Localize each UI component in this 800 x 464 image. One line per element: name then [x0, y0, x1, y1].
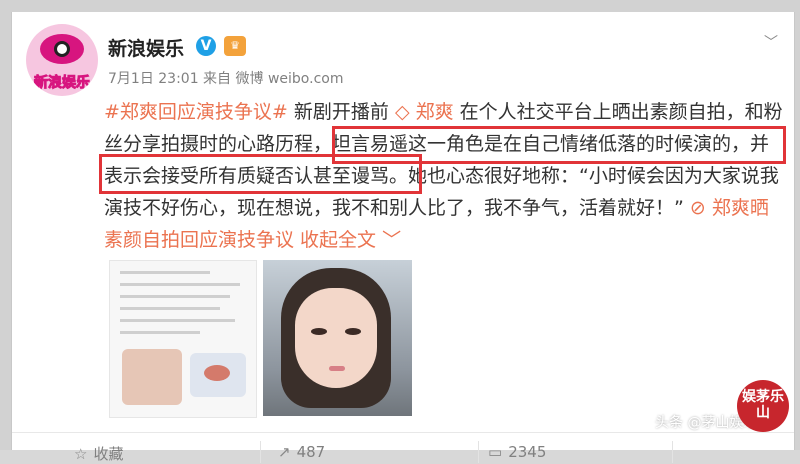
comment-icon: ▭: [488, 443, 503, 461]
repost-count: 487: [296, 443, 326, 461]
post-image-selfie[interactable]: [263, 260, 412, 416]
image-text-line: [120, 319, 235, 322]
comment-button[interactable]: ▭ 2345: [488, 443, 546, 461]
mention-icon: ◇: [394, 101, 410, 123]
collapse-link[interactable]: 收起全文: [294, 229, 382, 251]
weibo-post-card: 新浪娱乐 新浪娱乐 V ♛ 7月1日 23:01 来自 微博 weibo.com…: [11, 12, 795, 463]
avatar[interactable]: 新浪娱乐: [26, 24, 98, 96]
selfie-eye: [345, 328, 361, 335]
text-line-5: 素颜自拍回应演技争议 收起全文 ﹀: [104, 224, 782, 256]
post-meta: 7月1日 23:01 来自 微博 weibo.com: [108, 71, 344, 87]
topic-link[interactable]: ⊘ 郑爽晒: [684, 197, 769, 219]
image-text-line: [120, 295, 230, 298]
post-image-text-screenshot[interactable]: [109, 260, 257, 418]
favorite-button[interactable]: ☆ 收藏: [74, 443, 123, 464]
image-text-line: [120, 307, 220, 310]
hashtag-link[interactable]: #郑爽回应演技争议#: [104, 101, 288, 123]
image-flower: [190, 353, 246, 397]
mention-link[interactable]: 郑爽: [410, 101, 454, 123]
selfie-mouth: [329, 366, 345, 371]
comment-count: 2345: [508, 443, 547, 461]
text-line-4: 演技不好伤心，现在想说，我不和别人比了，我不争气，活着就好！” ⊘ 郑爽晒: [104, 192, 782, 224]
divider: [260, 441, 261, 463]
divider: [478, 441, 479, 463]
favorite-label: 收藏: [93, 445, 124, 463]
text-segment: 演技不好伤心，现在想说，我不和别人比了，我不争气，活着就好！”: [104, 197, 684, 219]
chevron-down-icon[interactable]: ﹀: [764, 32, 778, 52]
text-line-1: #郑爽回应演技争议# 新剧开播前 ◇ 郑爽 在个人社交平台上晒出素颜自拍，和粉: [104, 96, 783, 128]
image-text-line: [120, 331, 200, 334]
avatar-logo-text: 新浪娱乐: [34, 75, 91, 92]
author-name[interactable]: 新浪娱乐: [108, 34, 184, 61]
crown-icon: ♛: [224, 36, 246, 56]
repost-button[interactable]: ↗ 487: [278, 443, 325, 461]
watermark-stamp: 娱茅乐山: [737, 380, 789, 432]
text-segment: 新剧开播前: [287, 101, 395, 123]
image-text-line: [120, 283, 240, 286]
selfie-face: [295, 288, 377, 388]
repost-icon: ↗: [278, 443, 291, 461]
text-segment: 在个人社交平台上晒出素颜自拍，和粉: [453, 101, 783, 123]
image-text-line: [120, 271, 210, 274]
chevron-up-icon[interactable]: ﹀: [382, 229, 401, 251]
selfie-eye: [311, 328, 327, 335]
divider: [672, 441, 673, 463]
topic-link-continued[interactable]: 素颜自拍回应演技争议: [104, 229, 294, 251]
action-bar: ☆ 收藏 ↗ 487 ▭ 2345: [12, 432, 794, 463]
logo-eye-icon: [40, 34, 84, 64]
star-icon: ☆: [74, 445, 88, 463]
image-portrait: [122, 349, 182, 405]
verified-icon: V: [196, 36, 216, 56]
highlight-box: [99, 154, 422, 194]
